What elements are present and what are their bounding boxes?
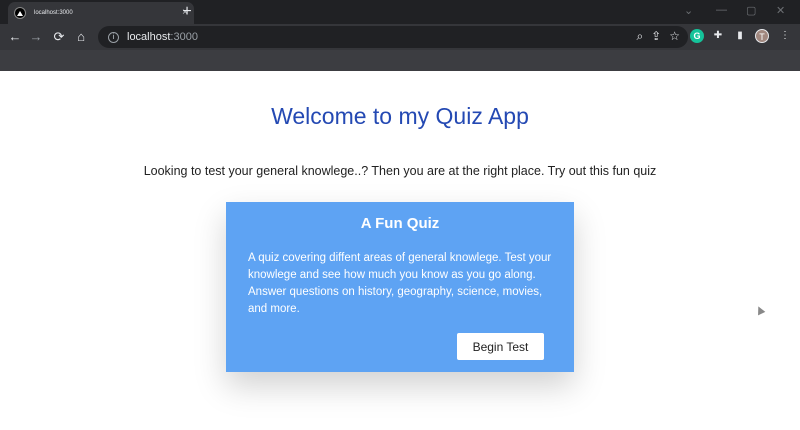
minimize-icon[interactable]: — [716,4,727,16]
home-icon[interactable]: ⌂ [72,28,90,46]
quiz-card: A Fun Quiz A quiz covering diffent areas… [226,202,574,372]
tab-title: localhost:3000 [34,10,73,16]
mouse-cursor-icon [754,304,766,316]
side-panel-icon[interactable]: ▮ [733,29,747,43]
begin-test-button[interactable]: Begin Test [457,333,544,360]
star-icon[interactable]: ☆ [669,29,680,44]
page-content: Welcome to my Quiz App Looking to test y… [0,71,800,430]
info-icon[interactable]: i [108,31,119,43]
chevron-down-icon[interactable]: ⌄ [684,4,693,17]
address-bar[interactable]: i localhost:3000 ⌕ ⇪ ☆ [98,26,688,48]
card-title: A Fun Quiz [360,215,440,232]
new-tab-button[interactable]: + [178,3,196,21]
page-title: Welcome to my Quiz App [271,103,529,129]
card-description: A quiz covering diffent areas of general… [248,252,552,315]
grammarly-icon[interactable]: G [690,29,704,43]
url-text: localhost:3000 [127,31,198,43]
close-window-icon[interactable]: ✕ [776,4,785,17]
intro-text: Looking to test your general knowlege..?… [143,164,657,178]
puzzle-icon[interactable]: ✚ [711,29,725,43]
bookmarks-bar [0,50,800,71]
reload-icon[interactable]: ⟳ [50,28,68,46]
avatar[interactable]: T [755,29,769,43]
magnifier-icon[interactable]: ⌕ [636,29,643,44]
arrow-left-icon[interactable]: ← [6,28,24,46]
maximize-icon[interactable]: ▢ [746,4,756,17]
browser-tabstrip: localhost:3000 × + ⌄ — ▢ ✕ [0,0,800,24]
browser-tab[interactable]: localhost:3000 × [8,2,194,24]
kebab-menu-icon[interactable]: ⋮ [778,29,792,43]
browser-toolbar: ← → ⟳ ⌂ i localhost:3000 ⌕ ⇪ ☆ G ✚ ▮ T ⋮ [0,24,800,50]
share-icon[interactable]: ⇪ [651,29,661,44]
favicon-icon [14,7,26,19]
arrow-right-icon[interactable]: → [27,28,45,46]
